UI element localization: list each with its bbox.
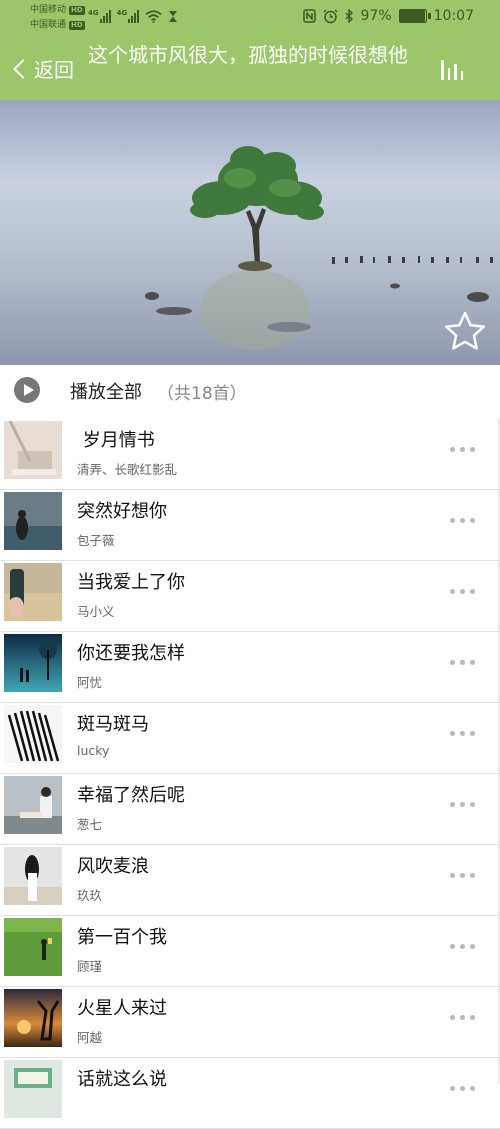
status-right: 97% 10:07 [302, 8, 474, 24]
network-type-2: 4G [116, 9, 128, 17]
song-artist: 阿越 [77, 1030, 103, 1045]
song-cover-thumbnail [4, 421, 62, 479]
song-artist: 清弄、长歌红影乱 [77, 462, 178, 477]
hd-badge-2: HD [69, 21, 85, 30]
header-bar: 中国移动 HD 中国联通 HD 4G 4G 97% 10:07 返回 这个城市风… [0, 0, 500, 100]
song-count: （共18首） [157, 384, 247, 404]
song-cover-thumbnail [4, 847, 62, 905]
more-options-icon[interactable] [450, 660, 475, 665]
song-artist: 顾瑾 [77, 959, 103, 974]
song-row[interactable]: 话就这么说 [0, 1058, 500, 1129]
chart-bars-icon[interactable] [441, 58, 467, 80]
back-button[interactable]: 返回 [10, 54, 74, 83]
battery-icon [398, 9, 431, 23]
signal-indicators: 4G 4G [88, 9, 178, 23]
more-options-icon[interactable] [450, 802, 475, 807]
status-bar: 中国移动 HD 中国联通 HD 4G 4G 97% 10:07 [0, 0, 500, 36]
clock: 10:07 [433, 8, 474, 24]
song-artist: 包子薇 [77, 533, 115, 548]
wifi-icon [145, 10, 162, 23]
song-artist: 阿忧 [77, 675, 103, 690]
more-options-icon[interactable] [450, 873, 475, 878]
song-row[interactable]: 突然好想你 包子薇 [0, 490, 500, 561]
song-title: 突然好想你 [77, 501, 167, 522]
carrier-info: 中国移动 HD 中国联通 HD [30, 3, 85, 33]
song-cover-thumbnail [4, 918, 62, 976]
favorite-star-icon[interactable] [443, 310, 487, 352]
carrier-1: 中国移动 [30, 5, 67, 15]
song-row[interactable]: 你还要我怎样 阿忧 [0, 632, 500, 703]
song-title: 话就这么说 [77, 1069, 167, 1090]
song-title: 岁月情书 [77, 430, 155, 451]
signal-icon [128, 9, 140, 23]
signal-icon [99, 9, 111, 23]
battery-percent: 97% [360, 8, 392, 24]
more-options-icon[interactable] [450, 447, 475, 452]
more-options-icon[interactable] [450, 518, 475, 523]
song-title: 斑马斑马 [77, 714, 149, 735]
playlist-cover-image [0, 100, 500, 365]
song-row[interactable]: 幸福了然后呢 葱七 [0, 774, 500, 845]
song-cover-thumbnail [4, 634, 62, 692]
song-row[interactable]: 岁月情书 清弄、长歌红影乱 [0, 419, 500, 490]
song-row[interactable]: 斑马斑马 lucky [0, 703, 500, 774]
more-options-icon[interactable] [450, 944, 475, 949]
more-options-icon[interactable] [450, 589, 475, 594]
song-title: 当我爱上了你 [77, 572, 185, 593]
title-bar: 返回 这个城市风很大，孤独的时候很想他 [0, 36, 500, 100]
bluetooth-icon [345, 9, 353, 23]
song-row[interactable]: 火星人来过 阿越 [0, 987, 500, 1058]
page-title: 这个城市风很大，孤独的时候很想他 [88, 43, 408, 67]
song-cover-thumbnail [4, 1060, 62, 1118]
song-cover-thumbnail [4, 563, 62, 621]
network-type-1: 4G [88, 9, 99, 17]
song-title: 第一百个我 [77, 927, 167, 948]
song-title: 你还要我怎样 [77, 643, 185, 664]
song-cover-thumbnail [4, 705, 62, 763]
song-cover-thumbnail [4, 776, 62, 834]
hd-badge-1: HD [69, 6, 85, 15]
song-row[interactable]: 第一百个我 顾瑾 [0, 916, 500, 987]
song-title: 风吹麦浪 [77, 856, 149, 877]
play-circle-icon[interactable] [14, 377, 40, 403]
song-row[interactable]: 当我爱上了你 马小义 [0, 561, 500, 632]
song-row[interactable]: 风吹麦浪 玖玖 [0, 845, 500, 916]
play-all-label[interactable]: 播放全部 [70, 378, 142, 404]
song-title: 火星人来过 [77, 998, 167, 1019]
back-label: 返回 [34, 58, 74, 82]
more-options-icon[interactable] [450, 1086, 475, 1091]
play-all-row[interactable]: 播放全部 （共18首） [0, 365, 500, 415]
alarm-icon [323, 9, 338, 23]
chevron-left-icon [13, 58, 33, 79]
song-artist: 玖玖 [77, 888, 103, 903]
carrier-2: 中国联通 [30, 20, 67, 30]
nfc-icon [302, 9, 316, 23]
song-artist: lucky [77, 743, 110, 758]
song-title: 幸福了然后呢 [77, 785, 185, 806]
more-options-icon[interactable] [450, 731, 475, 736]
song-list: 岁月情书 清弄、长歌红影乱 突然好想你 包子薇 当我爱上了你 马小义 你还要我怎… [0, 419, 500, 1129]
song-artist: 葱七 [77, 817, 103, 832]
hourglass-icon [169, 11, 178, 22]
more-options-icon[interactable] [450, 1015, 475, 1020]
song-cover-thumbnail [4, 989, 62, 1047]
song-artist: 马小义 [77, 604, 115, 619]
song-cover-thumbnail [4, 492, 62, 550]
